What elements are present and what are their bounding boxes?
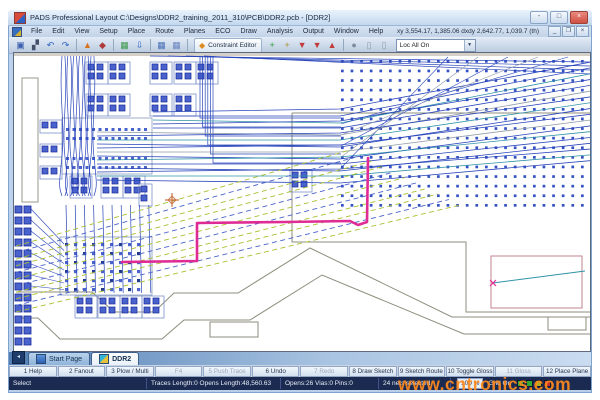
save-icon[interactable]: ▣	[14, 39, 27, 52]
board-cutout-rect-0	[210, 322, 258, 337]
menu-output[interactable]: Output	[298, 26, 329, 37]
menu-bar-right: xy 3,554.17, 1,385.06 dxdy 2,642.77, 1,0…	[397, 26, 589, 37]
menu-window[interactable]: Window	[329, 26, 364, 37]
pcb-canvas[interactable]	[14, 53, 590, 351]
menu-items: FileEditViewSetupPlaceRoutePlanesECODraw…	[26, 26, 388, 37]
screenshot-stage: PADS Professional Layout C:\Designs\DDR2…	[0, 0, 600, 400]
menu-bar: FileEditViewSetupPlaceRoutePlanesECODraw…	[9, 26, 591, 37]
watermark: www.cntronics.com	[398, 374, 571, 395]
tri-down-red2-icon[interactable]: ▼	[311, 39, 324, 52]
menu-place[interactable]: Place	[123, 26, 151, 37]
window-title: PADS Professional Layout C:\Designs\DDR2…	[30, 13, 528, 22]
title-bar[interactable]: PADS Professional Layout C:\Designs\DDR2…	[8, 10, 592, 26]
maximize-button[interactable]: □	[550, 11, 568, 24]
fnkey-2-fanout[interactable]: 2 Fanout	[58, 366, 106, 377]
layer-combo-value: Loc All On	[397, 42, 430, 49]
doc2-icon[interactable]: ▯	[378, 39, 391, 52]
tri-down-red-icon[interactable]: ▼	[296, 39, 309, 52]
start-tab-icon	[36, 354, 46, 364]
menu-file[interactable]: File	[26, 26, 47, 37]
tab-ddr2[interactable]: DDR2	[91, 352, 139, 365]
fnkey-f4: F4	[155, 366, 203, 377]
mdi-close-button[interactable]: ×	[576, 26, 589, 37]
menu-draw[interactable]: Draw	[235, 26, 261, 37]
add-class-icon[interactable]: +	[281, 39, 294, 52]
constraint-editor-icon: ◆	[199, 41, 205, 50]
status-opens: Opens:26 Vias:0 Pins:0	[281, 378, 379, 389]
redo-icon[interactable]: ↷	[59, 39, 72, 52]
document-icon	[12, 27, 22, 37]
status-lengths: Traces Length:0 Opens Length:48,560.63	[147, 378, 281, 389]
fnkey-1-help[interactable]: 1 Help	[9, 366, 57, 377]
detail-area	[491, 256, 585, 308]
fnkey-8-draw-sketch[interactable]: 8 Draw Sketch	[349, 366, 397, 377]
find-icon[interactable]: ▞	[29, 39, 42, 52]
import-icon[interactable]: ⇩	[133, 39, 146, 52]
menu-help[interactable]: Help	[364, 26, 388, 37]
layout-canvas-container	[13, 52, 591, 352]
place-part-icon[interactable]: ▲	[81, 39, 94, 52]
route-mode-icon[interactable]: ◆	[96, 39, 109, 52]
mdi-restore-button[interactable]: ❐	[562, 26, 575, 37]
canvas-top-strip	[14, 53, 590, 56]
board-image-icon[interactable]: ▦	[118, 39, 131, 52]
grid-icon[interactable]: ▦	[155, 39, 168, 52]
fnkey-5-push-trace: 5 Push Trace	[203, 366, 251, 377]
add-net-icon[interactable]: +	[266, 39, 279, 52]
menu-edit[interactable]: Edit	[47, 26, 69, 37]
tab-label: Start Page	[49, 356, 82, 363]
doc-icon[interactable]: ▯	[363, 39, 376, 52]
fnkey-6-undo[interactable]: 6 Undo	[252, 366, 300, 377]
menu-route[interactable]: Route	[150, 26, 179, 37]
zoom-doc-icon[interactable]: ●	[348, 39, 361, 52]
toolbar-separator	[343, 39, 344, 51]
tab-scroll-left-button[interactable]: ◂	[12, 351, 25, 364]
pink-area-outline	[491, 256, 582, 308]
edge-connector-outline	[22, 78, 38, 202]
minimize-button[interactable]: -	[530, 11, 548, 24]
undo-icon[interactable]: ↶	[44, 39, 57, 52]
menu-view[interactable]: View	[69, 26, 94, 37]
board-cutout-rect-1	[548, 317, 586, 330]
tri-up-red-icon[interactable]: ▲	[326, 39, 339, 52]
app-icon	[14, 12, 26, 24]
chevron-down-icon[interactable]: ▼	[464, 40, 475, 51]
constraint-editor-label: Constraint Editor	[208, 42, 256, 49]
toolbar-separator	[187, 39, 188, 51]
close-button[interactable]: ×	[570, 11, 588, 24]
menu-eco[interactable]: ECO	[210, 26, 235, 37]
toolbar-separator	[150, 39, 151, 51]
mdi-minimize-button[interactable]: _	[548, 26, 561, 37]
layer-visibility-combo[interactable]: Loc All On ▼	[396, 39, 476, 52]
document-tab-bar: ◂ Start Page DDR2	[9, 352, 591, 365]
menu-setup[interactable]: Setup	[94, 26, 122, 37]
toolbar-separator	[76, 39, 77, 51]
cursor-coordinates: xy 3,554.17, 1,385.06 dxdy 2,642.77, 1,0…	[397, 28, 539, 35]
constraint-editor-button[interactable]: ◆Constraint Editor	[194, 38, 262, 53]
toolbar-separator	[113, 39, 114, 51]
fnkey-3-plow-multi[interactable]: 3 Plow / Multi	[106, 366, 154, 377]
menu-analysis[interactable]: Analysis	[262, 26, 298, 37]
ddr2-tab-icon	[99, 354, 109, 364]
status-mode: Select	[9, 378, 147, 389]
fnkey-7-redo: 7 Redo	[300, 366, 348, 377]
menu-planes[interactable]: Planes	[179, 26, 210, 37]
tab-label: DDR2	[112, 356, 131, 363]
tab-start-page[interactable]: Start Page	[28, 352, 90, 365]
grid-star-icon[interactable]: ▦	[170, 39, 183, 52]
